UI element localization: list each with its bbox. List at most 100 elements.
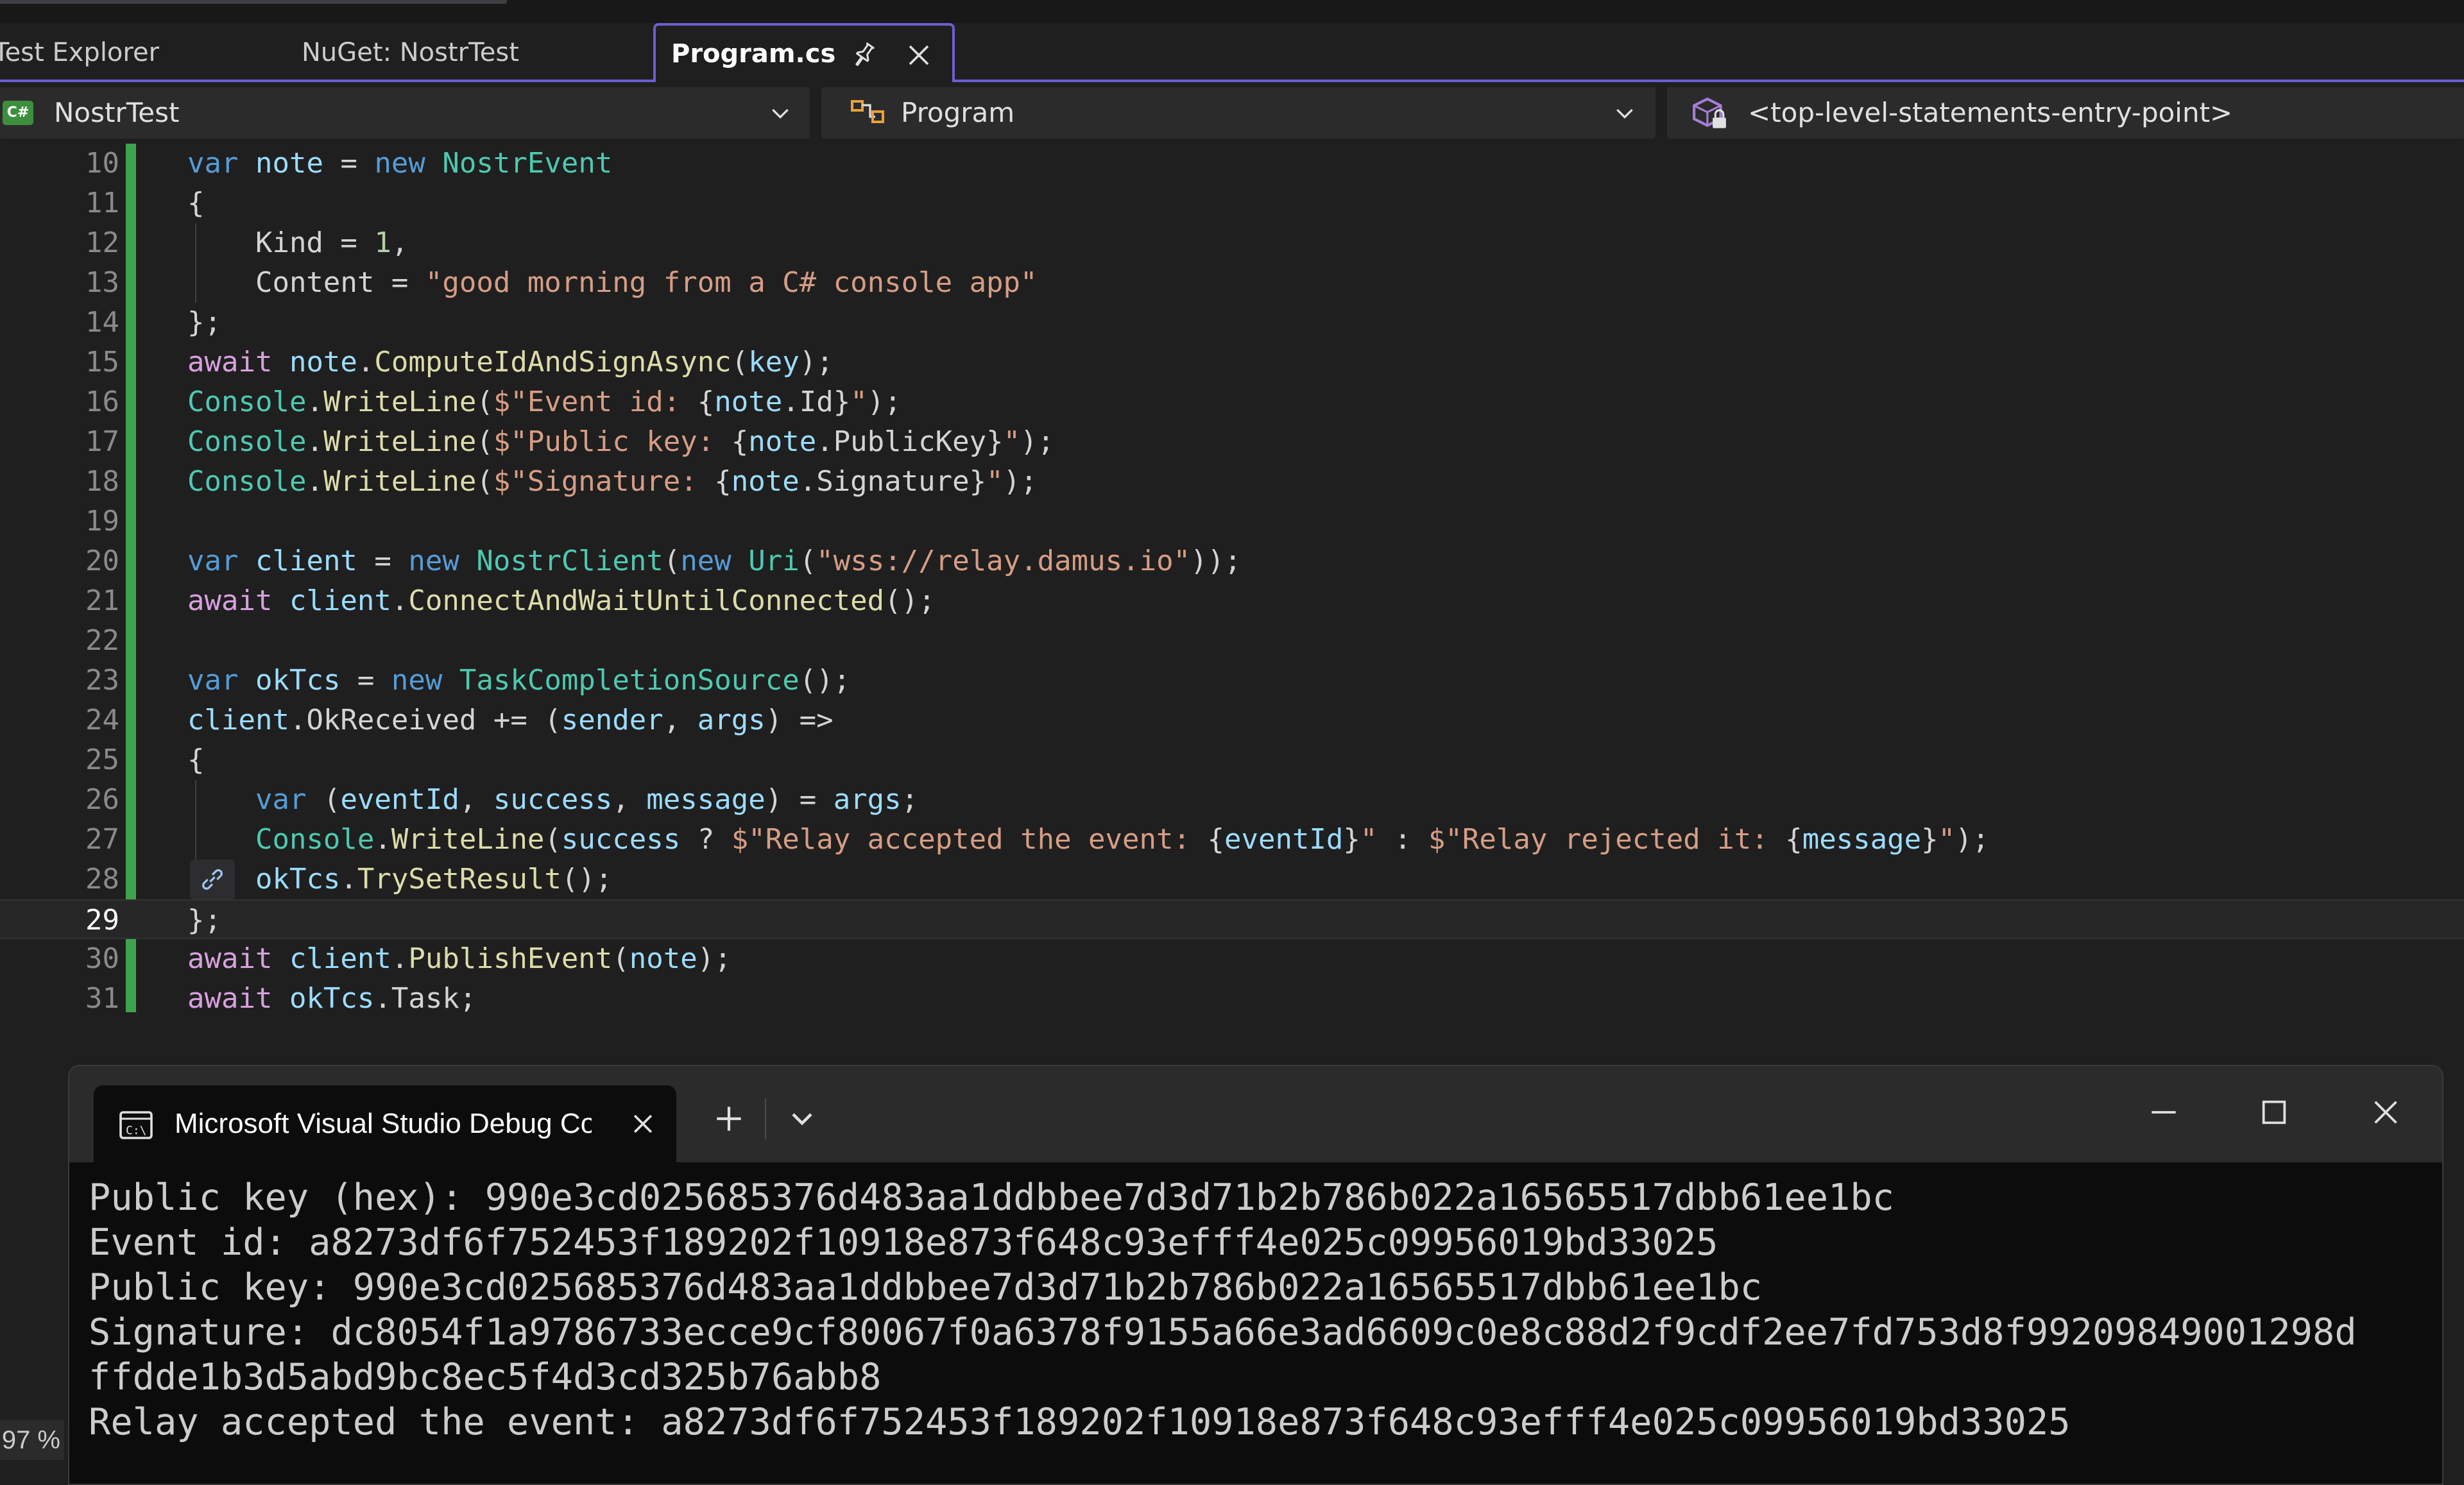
code-text: await note.ComputeIdAndSignAsync(key);	[187, 346, 834, 378]
code-line[interactable]: 18 Console.WriteLine($"Signature: {note.S…	[0, 462, 2464, 502]
line-number: 20	[85, 545, 119, 577]
code-line[interactable]: 17 Console.WriteLine($"Public key: {note.…	[0, 422, 2464, 462]
tab-program-cs[interactable]: Program.cs	[653, 23, 955, 85]
line-number: 18	[85, 465, 119, 498]
line-number: 21	[85, 584, 119, 617]
debug-console-window[interactable]: C:\ Microsoft Visual Studio Debug Consol…	[68, 1065, 2443, 1485]
line-number: 24	[85, 704, 119, 736]
console-line: Signature: dc8054f1a9786733ecce9cf80067f…	[89, 1311, 2357, 1353]
minimize-icon[interactable]	[2146, 1094, 2182, 1130]
line-number: 29	[85, 904, 119, 937]
line-number: 13	[85, 266, 119, 299]
console-line: ffdde1b3d5abd9bc8ec5f4d3cd325b76abb8	[89, 1356, 882, 1398]
line-number: 11	[85, 187, 119, 219]
code-line[interactable]: 12 Kind = 1,	[0, 223, 2464, 263]
console-tab-title: Microsoft Visual Studio Debug Console	[175, 1108, 592, 1139]
member-name: <top-level-statements-entry-point>	[1748, 97, 2233, 128]
code-text: await client.ConnectAndWaitUntilConnecte…	[187, 584, 936, 617]
tab-label: NuGet: NostrTest	[302, 38, 519, 67]
console-output[interactable]: Public key (hex): 990e3cd025685376d483aa…	[89, 1175, 2429, 1445]
code-line[interactable]: 27 Console.WriteLine(success ? $"Relay a…	[0, 820, 2464, 860]
code-line[interactable]: 14};	[0, 303, 2464, 343]
type-name: Program	[901, 97, 1015, 128]
divider	[765, 1098, 766, 1139]
code-line[interactable]: 26 var (eventId, success, message) = arg…	[0, 780, 2464, 820]
code-text: {	[187, 187, 205, 219]
code-line[interactable]: 28 okTcs.TrySetResult();	[0, 860, 2464, 899]
console-line: Relay accepted the event: a8273df6f75245…	[89, 1401, 2071, 1443]
console-line: Event id: a8273df6f752453f189202f10918e8…	[89, 1221, 1718, 1264]
code-text: client.OkReceived += (sender, args) =>	[187, 704, 834, 736]
code-text: var client = new NostrClient(new Uri("ws…	[187, 545, 1242, 577]
top-scrollbar[interactable]	[0, 0, 2464, 23]
tab-test-explorer[interactable]: Test Explorer	[0, 23, 250, 82]
code-line[interactable]: 25 {	[0, 740, 2464, 780]
tab-nuget[interactable]: NuGet: NostrTest	[302, 23, 635, 82]
code-text: await okTcs.Task;	[187, 982, 477, 1015]
member-dropdown[interactable]: <top-level-statements-entry-point>	[1667, 87, 2464, 139]
line-number: 27	[85, 823, 119, 856]
chevron-down-icon	[772, 108, 789, 119]
line-number: 14	[85, 306, 119, 339]
code-line[interactable]: 15 await note.ComputeIdAndSignAsync(key);	[0, 343, 2464, 382]
line-number: 26	[85, 783, 119, 816]
method-lock-icon	[1693, 97, 1726, 128]
code-text: var okTcs = new TaskCompletionSource();	[187, 664, 851, 697]
pin-icon[interactable]	[848, 40, 879, 71]
scroll-thumb[interactable]	[0, 0, 507, 4]
code-line[interactable]: 23 var okTcs = new TaskCompletionSource()…	[0, 661, 2464, 700]
code-line[interactable]: 24 client.OkReceived += (sender, args) =>	[0, 700, 2464, 740]
code-text: };	[187, 306, 221, 339]
new-tab-icon[interactable]	[711, 1101, 747, 1137]
code-line[interactable]: 16 Console.WriteLine($"Event id: {note.Id…	[0, 382, 2464, 422]
code-text: Console.WriteLine($"Signature: {note.Sig…	[187, 465, 1038, 498]
close-window-icon[interactable]	[2368, 1094, 2404, 1130]
class-icon	[851, 100, 884, 123]
line-number: 25	[85, 743, 119, 776]
project-dropdown[interactable]: C# NostrTest	[0, 87, 810, 139]
line-number: 12	[85, 226, 119, 259]
line-number: 30	[85, 942, 119, 975]
line-number: 19	[85, 505, 119, 538]
code-line[interactable]: 31 await okTcs.Task;	[0, 979, 2464, 1019]
close-tab-icon[interactable]	[903, 40, 934, 71]
console-icon: C:\	[119, 1111, 153, 1139]
csharp-project-icon: C#	[3, 101, 33, 125]
code-line[interactable]: 22	[0, 621, 2464, 661]
console-tab[interactable]: C:\ Microsoft Visual Studio Debug Consol…	[94, 1085, 676, 1162]
code-text: {	[187, 743, 205, 776]
line-number: 10	[85, 147, 119, 180]
line-number: 28	[85, 863, 119, 895]
code-text: Console.WriteLine(success ? $"Relay acce…	[255, 823, 1990, 856]
tab-label: Test Explorer	[0, 38, 160, 67]
line-number: 16	[85, 386, 119, 418]
code-text: };	[187, 904, 221, 937]
close-tab-icon[interactable]	[629, 1110, 657, 1138]
svg-text:C:\: C:\	[126, 1124, 147, 1137]
type-dropdown[interactable]: Program	[821, 87, 1656, 139]
tab-label: Program.cs	[671, 39, 836, 69]
code-text: await client.PublishEvent(note);	[187, 942, 732, 975]
code-text: var note = new NostrEvent	[187, 147, 613, 180]
console-line: Public key: 990e3cd025685376d483aa1ddbbe…	[89, 1266, 1763, 1309]
code-line[interactable]: 20 var client = new NostrClient(new Uri("…	[0, 541, 2464, 581]
code-line[interactable]: 10 var note = new NostrEvent	[0, 144, 2464, 183]
code-line[interactable]: 19	[0, 502, 2464, 541]
code-text: Console.WriteLine($"Event id: {note.Id}"…	[187, 386, 902, 418]
chevron-down-icon[interactable]	[784, 1101, 820, 1137]
navigation-bar: C# NostrTest Program <top-level-statemen…	[0, 82, 2464, 144]
code-line[interactable]: 29};	[0, 899, 2464, 939]
project-name: NostrTest	[54, 97, 180, 128]
code-text: Kind = 1,	[187, 226, 409, 259]
code-line[interactable]: 21 await client.ConnectAndWaitUntilConnec…	[0, 581, 2464, 621]
quick-action-icon[interactable]	[190, 860, 235, 899]
chevron-down-icon	[1616, 108, 1633, 119]
code-text: Content = "good morning from a C# consol…	[187, 266, 1038, 299]
code-line[interactable]: 11 {	[0, 183, 2464, 223]
maximize-icon[interactable]	[2256, 1094, 2292, 1130]
code-line[interactable]: 13 Content = "good morning from a C# con…	[0, 263, 2464, 303]
line-number: 31	[85, 982, 119, 1015]
zoom-level[interactable]: 97 %	[0, 1420, 64, 1460]
code-editor[interactable]: 10 var note = new NostrEvent 11 {12 Kind = …	[0, 144, 2464, 1065]
code-line[interactable]: 30 await client.PublishEvent(note);	[0, 939, 2464, 979]
